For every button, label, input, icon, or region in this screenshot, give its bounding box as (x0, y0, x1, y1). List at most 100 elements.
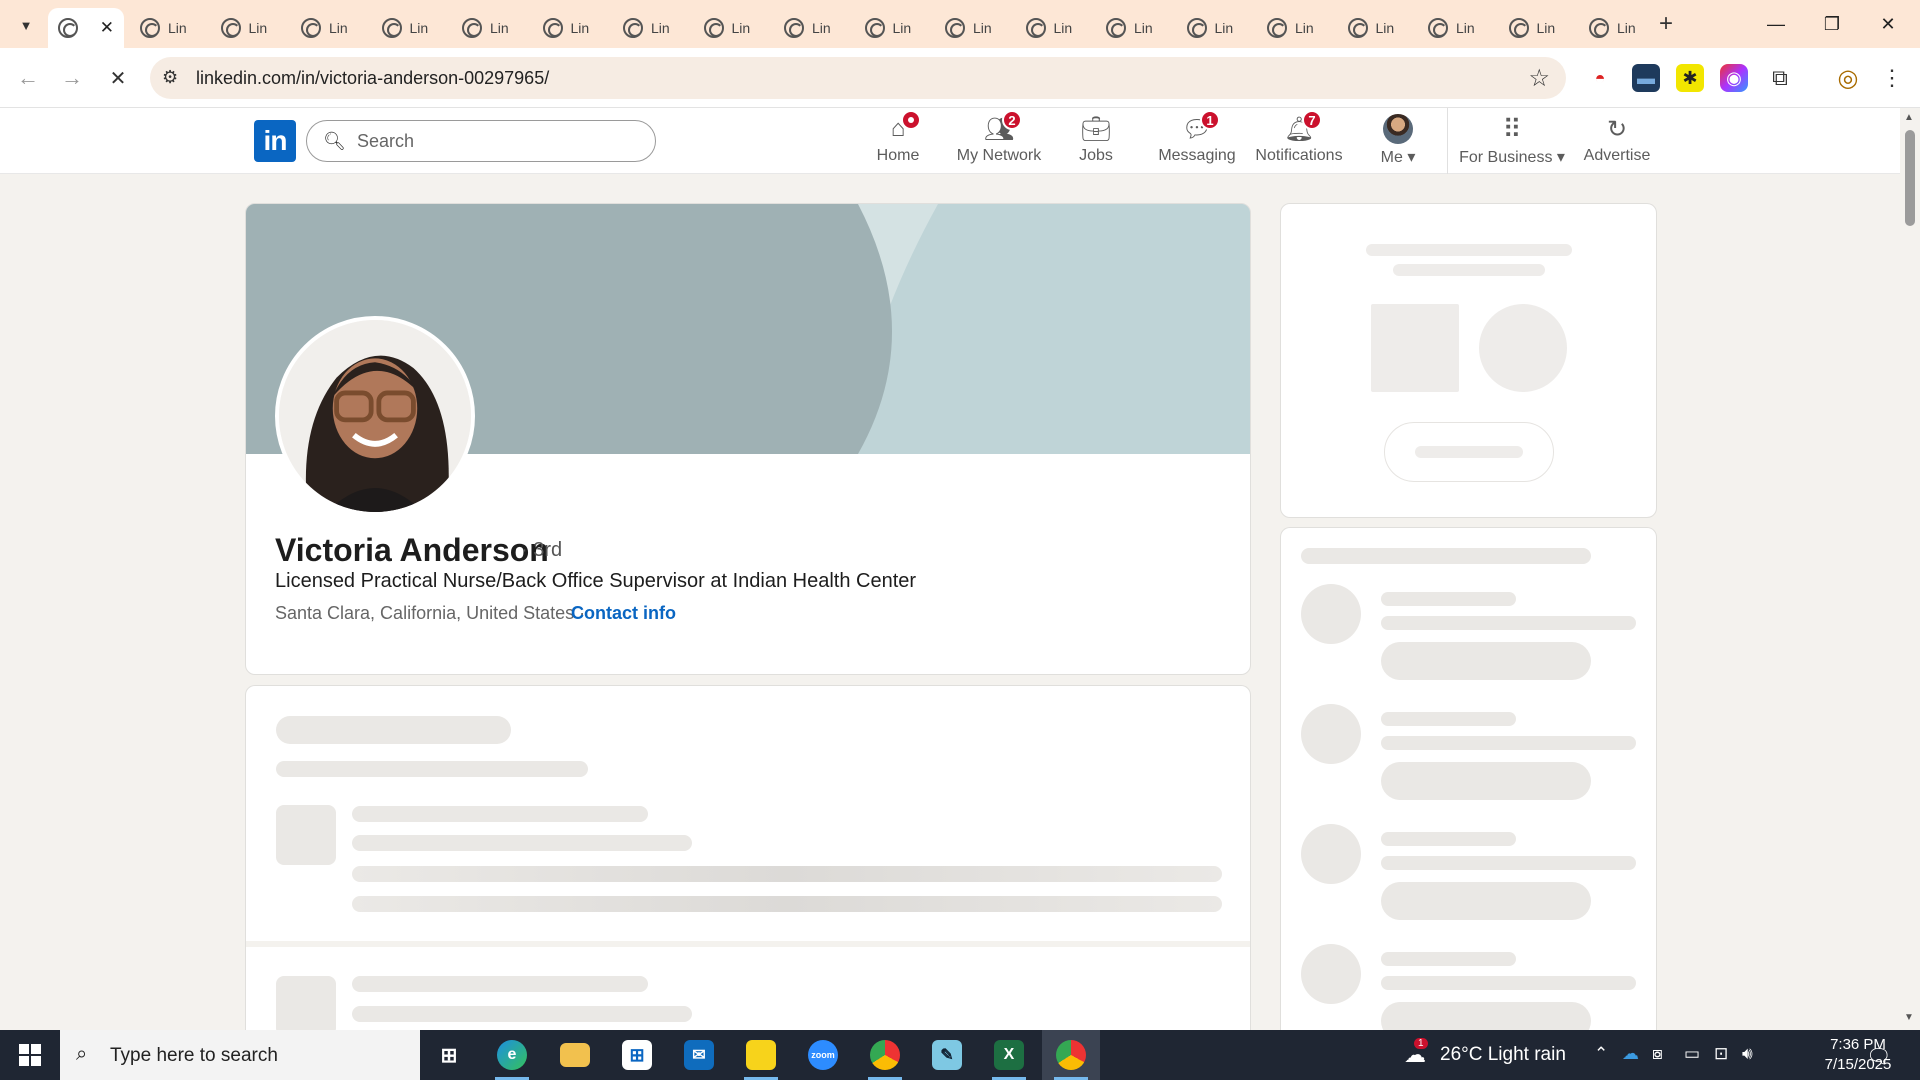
mail-app[interactable]: ✉ (670, 1030, 728, 1080)
browser-tab[interactable]: Lin (1499, 8, 1573, 48)
taskbar-clock[interactable]: 7:36 PM 7/15/2025 (1810, 1035, 1906, 1075)
linkedin-logo[interactable]: in (254, 120, 296, 162)
skeleton-square (1371, 304, 1459, 392)
browser-tab[interactable]: Lin (613, 8, 687, 48)
task-view-button[interactable]: ⊞ (420, 1030, 478, 1080)
browser-tab[interactable]: Lin (774, 8, 848, 48)
browser-menu-icon[interactable]: ⋮ (1878, 64, 1906, 92)
nav-notifications[interactable]: 🔔︎ 7 Notifications (1254, 110, 1344, 172)
browser-tab[interactable]: Lin (130, 8, 204, 48)
page-scrollbar[interactable]: ▲ ▼ (1900, 108, 1920, 1028)
browser-tab[interactable]: Lin (1338, 8, 1412, 48)
browser-tab[interactable]: Lin (935, 8, 1009, 48)
browser-tab[interactable]: ✕ (48, 8, 124, 48)
linkedin-favicon-icon (301, 18, 321, 38)
camera-icon[interactable]: ⧇ (1652, 1044, 1663, 1064)
stop-loading-button[interactable]: ✕ (102, 62, 134, 94)
linkedin-favicon-icon (784, 18, 804, 38)
linkedin-favicon-icon (462, 18, 482, 38)
bell-icon: 🔔︎ 7 (1284, 110, 1322, 144)
tab-close-icon[interactable]: ✕ (100, 18, 114, 38)
nav-jobs[interactable]: 💼︎ Jobs (1076, 114, 1116, 172)
nav-messaging[interactable]: 💬︎ 1 Messaging (1158, 110, 1236, 172)
browser-tab[interactable]: Lin (1257, 8, 1331, 48)
chrome-profile-app[interactable] (1042, 1030, 1100, 1080)
browser-tab[interactable]: Lin (533, 8, 607, 48)
bookmark-star-icon[interactable]: ☆ (1528, 64, 1550, 93)
search-input[interactable] (357, 129, 637, 153)
edge-app[interactable]: e (483, 1030, 541, 1080)
extension-pokeball-icon[interactable]: ◓ (1586, 64, 1614, 92)
volume-icon[interactable]: 🔊︎ (1742, 1044, 1753, 1064)
tab-title: Lin (1617, 20, 1636, 36)
tab-search-chevron-icon[interactable]: ▼ (12, 12, 40, 38)
weather-widget[interactable]: ☁ 1 26°C Light rain (1404, 1030, 1566, 1080)
nav-my-network[interactable]: 👥︎ 2 My Network (954, 110, 1044, 172)
window-close-button[interactable]: ✕ (1860, 8, 1916, 40)
start-button[interactable] (0, 1030, 60, 1080)
browser-tab[interactable]: Lin (452, 8, 526, 48)
tab-title: Lin (248, 20, 268, 36)
network-icon[interactable]: ⊡ (1714, 1044, 1728, 1064)
contact-info-link[interactable]: Contact info (571, 603, 676, 624)
extension-color-icon[interactable]: ◉ (1720, 64, 1748, 92)
show-hidden-icons-chevron-icon[interactable]: ⌃ (1594, 1044, 1608, 1064)
store-app[interactable]: ⊞ (608, 1030, 666, 1080)
url-text[interactable]: linkedin.com/in/victoria-anderson-002979… (196, 68, 549, 89)
nav-business-label: For Business (1459, 149, 1553, 166)
battery-icon[interactable]: ▭ (1684, 1044, 1700, 1064)
sticky-notes-icon (746, 1040, 776, 1070)
sticky-notes-app[interactable] (732, 1030, 790, 1080)
browser-tab[interactable]: Lin (1579, 8, 1653, 48)
search-box[interactable]: 🔍︎ (306, 120, 656, 162)
file-explorer-app[interactable] (546, 1030, 604, 1080)
chrome-app[interactable] (856, 1030, 914, 1080)
sidebar-people-loading-card (1280, 527, 1657, 1030)
new-tab-button[interactable]: + (1652, 10, 1680, 38)
notepad-app[interactable]: ✎ (918, 1030, 976, 1080)
extensions-puzzle-icon[interactable]: ⧉ (1766, 64, 1794, 92)
browser-tab[interactable]: Lin (1096, 8, 1170, 48)
zoom-app[interactable]: zoom (794, 1030, 852, 1080)
address-bar[interactable]: ⚙ linkedin.com/in/victoria-anderson-0029… (150, 57, 1566, 99)
restore-button[interactable]: ❐ (1804, 8, 1860, 40)
scrollbar-thumb[interactable] (1905, 130, 1915, 226)
browser-tab[interactable]: Lin (694, 8, 768, 48)
scroll-down-arrow-icon[interactable]: ▼ (1904, 1012, 1914, 1023)
browser-tab[interactable]: Lin (291, 8, 365, 48)
notification-center-icon[interactable]: 🗨︎ (1866, 1044, 1891, 1069)
browser-tab[interactable]: Lin (372, 8, 446, 48)
extension-wallet-icon[interactable]: ▬ (1632, 64, 1660, 92)
tab-title: Lin (329, 20, 348, 36)
profile-icon[interactable]: ◎ (1834, 64, 1862, 92)
profile-photo[interactable] (275, 316, 475, 516)
caret-down-icon: ▾ (1407, 149, 1416, 166)
back-button[interactable]: ← (12, 62, 44, 94)
onedrive-cloud-icon[interactable]: ☁ (1622, 1044, 1639, 1064)
browser-tab[interactable]: Lin (211, 8, 285, 48)
browser-tab[interactable]: Lin (855, 8, 929, 48)
nav-for-business[interactable]: ⠿ For Business ▾ (1459, 114, 1565, 172)
nav-home[interactable]: ⌂ Home (872, 110, 924, 172)
minimize-button[interactable]: — (1748, 8, 1804, 40)
linkedin-favicon-icon (945, 18, 965, 38)
scroll-up-arrow-icon[interactable]: ▲ (1904, 112, 1914, 123)
linkedin-favicon-icon (864, 18, 885, 38)
taskbar-search[interactable]: ⌕ Type here to search (60, 1030, 420, 1080)
skeleton-line (352, 866, 1222, 882)
message-bubble-icon: 💬︎ 1 (1182, 110, 1220, 144)
skeleton-title (1301, 548, 1591, 564)
nav-me[interactable]: Me ▾ (1376, 114, 1420, 172)
extension-asterisk-icon[interactable]: ✱ (1676, 64, 1704, 92)
linkedin-favicon-icon (1025, 18, 1046, 38)
linkedin-favicon-icon (1589, 18, 1609, 38)
site-settings-icon[interactable]: ⚙ (162, 67, 178, 88)
browser-tab[interactable]: Lin (1177, 8, 1251, 48)
forward-button[interactable]: → (56, 62, 88, 94)
search-icon: ⌕ (76, 1043, 88, 1065)
excel-app[interactable]: X (980, 1030, 1038, 1080)
sidebar-loading-card (1280, 203, 1657, 518)
browser-tab[interactable]: Lin (1418, 8, 1492, 48)
browser-tab[interactable]: Lin (1016, 8, 1090, 48)
nav-advertise[interactable]: ↻ Advertise (1582, 114, 1652, 172)
